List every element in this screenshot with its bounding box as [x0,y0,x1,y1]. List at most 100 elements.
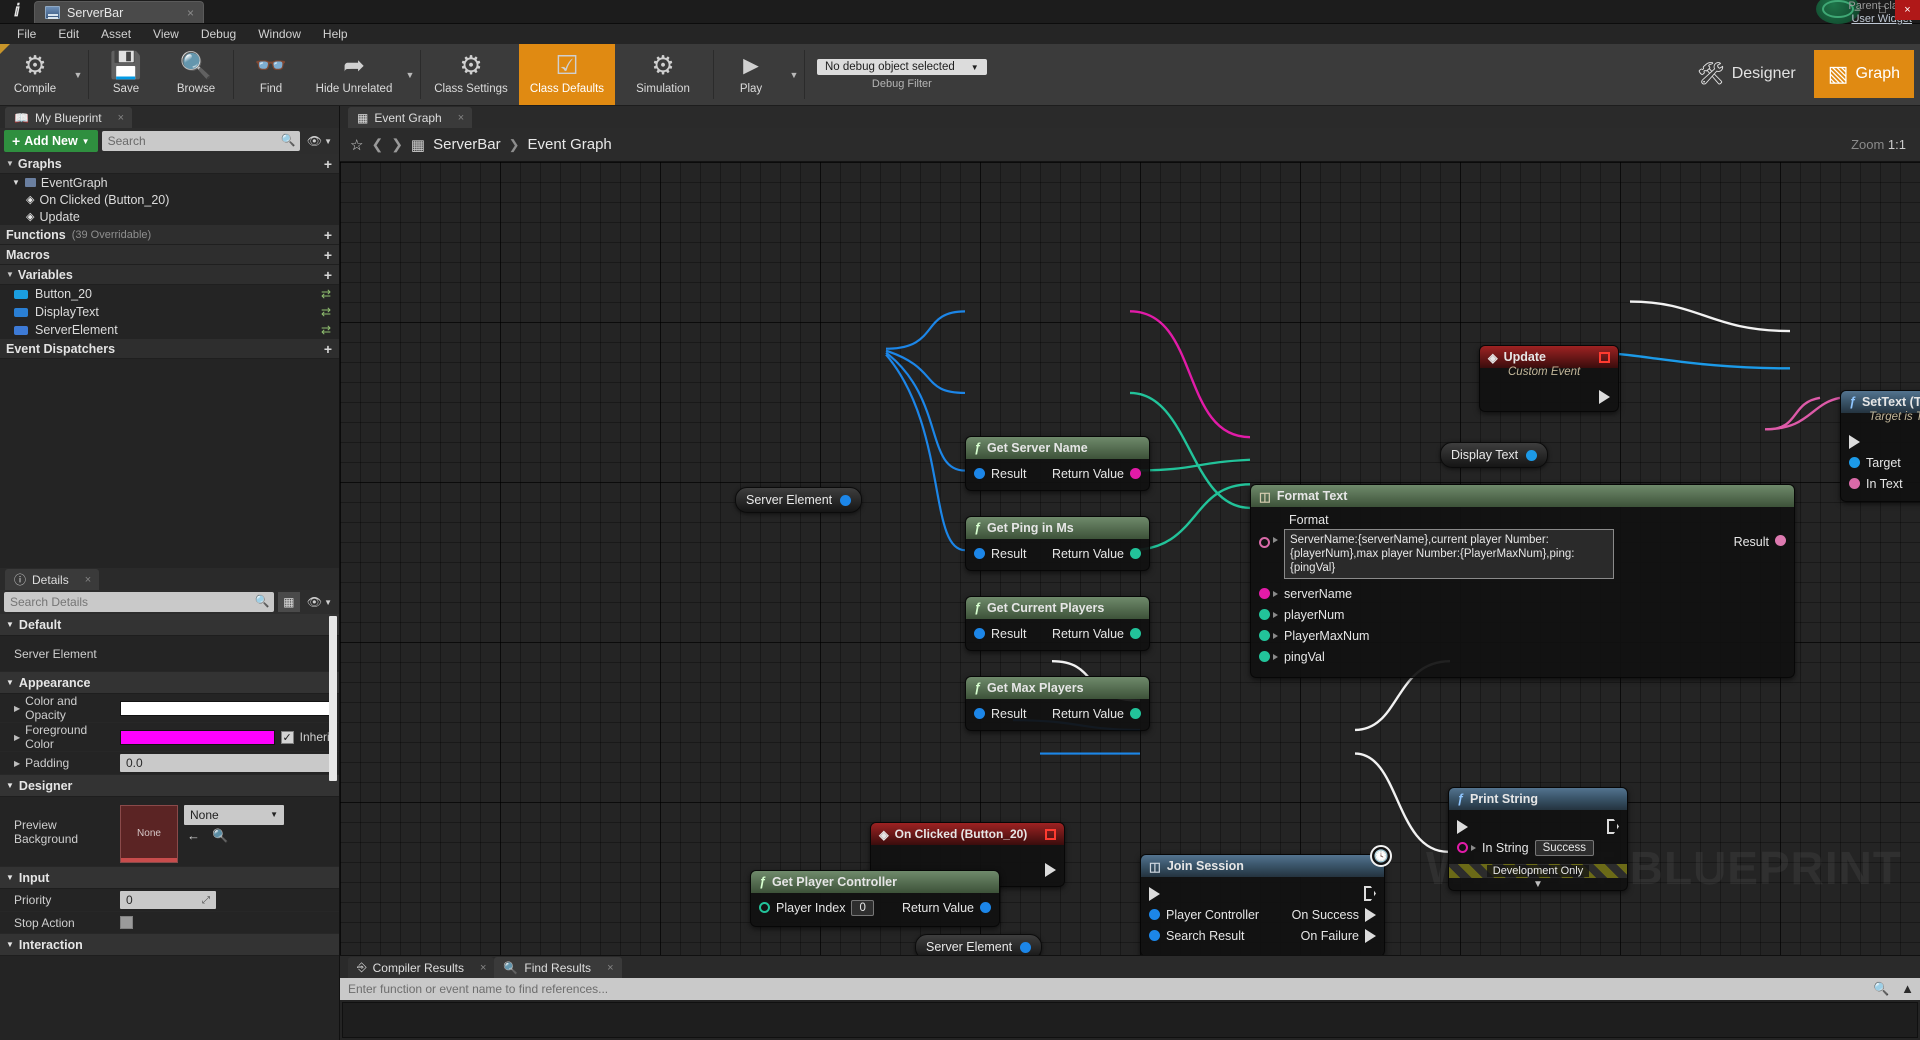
node-server-element-variable-bottom[interactable]: Server Element [915,934,1043,955]
node-settext[interactable]: ƒ SetText (Text) Target is Text Target [1840,390,1920,502]
node-get-server-name-pins[interactable]: Result Return Value [966,463,1149,484]
menu-file[interactable]: File [6,24,47,44]
section-macros[interactable]: Macros + [0,245,339,265]
tab-compiler-results[interactable]: ⎆ Compiler Results × [348,957,495,978]
expand-arrow-icon[interactable]: ▶ [14,759,20,768]
find-button[interactable]: 👓 Find [236,44,306,105]
print-string-success-input[interactable]: Success [1534,839,1595,856]
menu-help[interactable]: Help [312,24,359,44]
node-update-exec-out[interactable] [1480,386,1618,407]
details-grid-toggle[interactable]: ▦ [277,592,300,612]
tab-find-results-close-icon[interactable]: × [607,962,613,974]
mode-graph-button[interactable]: ▧ Graph [1813,50,1914,98]
node-expand-arrow-icon[interactable]: ▼ [1449,879,1627,890]
debug-object-select[interactable]: No debug object selected ▼ [817,59,987,75]
node-get-server-name[interactable]: ƒ Get Server Name Result Return Value [965,436,1150,491]
use-selected-asset-icon[interactable]: ← [187,828,200,844]
details-row-server-element-value[interactable] [118,652,339,656]
class-defaults-button[interactable]: ☑ Class Defaults [519,44,615,105]
details-category-designer[interactable]: ▼ Designer [0,775,339,797]
node-get-player-controller[interactable]: ƒ Get Player Controller Player Index 0 R… [750,870,1000,927]
maximize-button[interactable]: □ [1870,0,1895,20]
forward-arrow-icon[interactable]: ❯ [391,136,403,153]
breadcrumb-root[interactable]: ServerBar [433,136,501,153]
add-new-button[interactable]: + Add New ▼ [4,130,98,152]
expand-arrow-icon[interactable]: ▶ [14,733,20,742]
node-format-text[interactable]: ◫ Format Text Format ServerName:{serverN… [1250,484,1795,678]
menu-asset[interactable]: Asset [90,24,142,44]
variable-button-20[interactable]: Button_20 ⇄ [0,285,339,303]
my-blueprint-view-options[interactable]: 👁 ▼ [304,134,335,148]
section-event-dispatchers[interactable]: Event Dispatchers + [0,339,339,359]
asset-tab-close-icon[interactable]: × [184,6,197,20]
tab-find-results[interactable]: 🔍 Find Results × [494,957,622,978]
variable-visibility-icon[interactable]: ⇄ [321,323,331,337]
compile-dropdown-icon[interactable]: ▼ [70,44,86,105]
find-results-list[interactable] [342,1002,1918,1038]
tab-details[interactable]: ⓘ Details × [5,569,100,590]
details-category-default[interactable]: ▼ Default [0,614,339,636]
search-icon[interactable]: 🔍 [1873,981,1889,997]
details-scrollbar[interactable] [329,616,337,781]
node-format-text-arg-servername[interactable]: serverName [1251,583,1794,604]
browse-to-asset-icon[interactable]: 🔍 [212,828,228,844]
tab-event-graph-close-icon[interactable]: × [458,112,464,124]
node-get-max-players-pins[interactable]: Result Return Value [966,703,1149,724]
tree-item-on-clicked[interactable]: ◈ On Clicked (Button_20) [0,191,339,208]
section-variables[interactable]: ▼ Variables + [0,265,339,285]
node-settext-target-row[interactable]: Target [1841,452,1920,473]
node-get-ping-in-ms[interactable]: ƒ Get Ping in Ms Result Return Value [965,516,1150,571]
color-and-opacity-swatch[interactable] [120,700,333,716]
add-graph-icon[interactable]: + [324,156,332,172]
node-join-session[interactable]: 🕓 ◫ Join Session Player Controller On Su… [1140,845,1392,955]
hide-unrelated-button[interactable]: ➦ Hide Unrelated [306,44,402,105]
bookmark-star-icon[interactable]: ☆ [350,136,363,154]
details-view-options[interactable]: 👁 ▼ [304,595,335,609]
minimize-button[interactable]: – [1845,0,1870,20]
compile-button[interactable]: ⚙ Compile [0,44,70,105]
node-settext-exec-row[interactable] [1841,431,1920,452]
node-format-text-arg-playernum[interactable]: playerNum [1251,604,1794,625]
node-get-ping-pins[interactable]: Result Return Value [966,543,1149,564]
spinner-icon[interactable]: ⤢ [202,895,210,906]
section-functions[interactable]: Functions (39 Overridable) + [0,225,339,245]
tree-item-eventgraph[interactable]: ▼ EventGraph [0,174,339,191]
preview-background-dropdown[interactable]: None ▼ [184,804,284,825]
asset-tab-serverbar[interactable]: ServerBar × [34,1,204,23]
find-options-icon[interactable]: ▲ [1901,981,1914,997]
node-display-text-variable[interactable]: Display Text [1440,442,1549,468]
tab-details-close-icon[interactable]: × [85,574,91,586]
menu-debug[interactable]: Debug [190,24,247,44]
simulation-button[interactable]: ⚙ Simulation [615,44,711,105]
tab-compiler-results-close-icon[interactable]: × [480,962,486,974]
variable-visibility-icon[interactable]: ⇄ [321,287,331,301]
mode-designer-button[interactable]: 🛠 Designer [1683,50,1810,98]
node-get-max-players[interactable]: ƒ Get Max Players Result Return Value [965,676,1150,731]
menu-view[interactable]: View [142,24,190,44]
add-variable-icon[interactable]: + [324,267,332,283]
tab-my-blueprint-close-icon[interactable]: × [118,112,124,124]
tree-item-update[interactable]: ◈ Update [0,208,339,225]
hide-unrelated-dropdown-icon[interactable]: ▼ [402,44,418,105]
priority-input[interactable]: 0 ⤢ [120,891,216,909]
node-join-session-exec-row[interactable] [1141,883,1384,904]
section-graphs[interactable]: ▼ Graphs + [0,154,339,174]
padding-input[interactable]: 0.0 [120,754,333,772]
node-format-text-format-row[interactable]: ServerName:{serverName},current player N… [1251,529,1794,579]
my-blueprint-search-input[interactable]: Search 🔍 [101,131,300,151]
node-print-string-success[interactable]: ƒ Print String In String Success Develop… [1448,787,1628,891]
node-join-session-search-result-row[interactable]: Search Result On Failure [1141,925,1384,946]
browse-button[interactable]: 🔍 Browse [161,44,231,105]
node-format-text-format-input[interactable]: ServerName:{serverName},current player N… [1284,529,1614,579]
node-update-event[interactable]: ◈ Update Custom Event [1479,345,1619,412]
class-settings-button[interactable]: ⚙ Class Settings [423,44,519,105]
node-settext-intext-row[interactable]: In Text [1841,473,1920,494]
expand-arrow-icon[interactable]: ▶ [14,704,20,713]
node-join-session-player-controller-row[interactable]: Player Controller On Success [1141,904,1384,925]
foreground-color-swatch[interactable] [120,729,275,745]
details-category-interaction[interactable]: ▼ Interaction [0,934,339,956]
node-server-element-variable-top[interactable]: Server Element [735,487,863,513]
node-format-text-arg-pingval[interactable]: pingVal [1251,646,1794,667]
add-dispatcher-icon[interactable]: + [324,341,332,357]
variable-displaytext[interactable]: DisplayText ⇄ [0,303,339,321]
